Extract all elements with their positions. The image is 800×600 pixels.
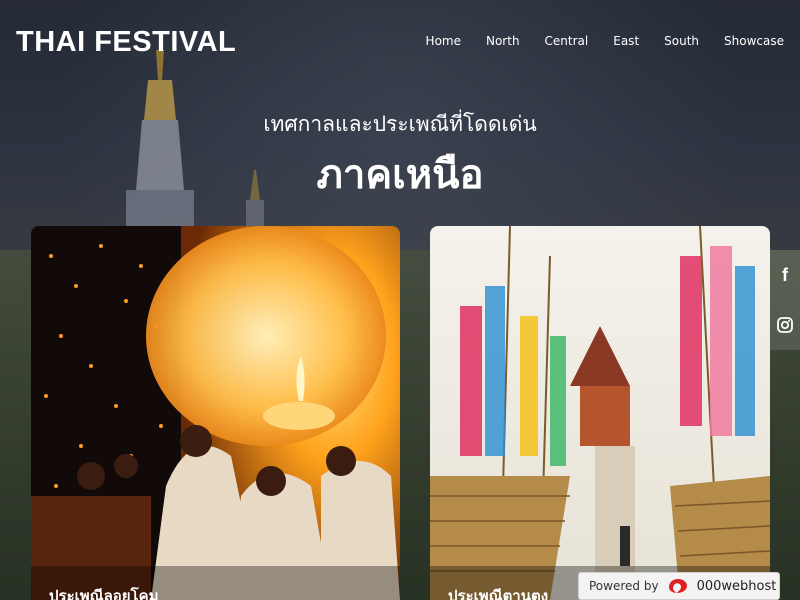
festival-card-tan-tung[interactable]: ประเพณีตานตุง — [430, 226, 770, 600]
nav-south[interactable]: South — [664, 34, 699, 48]
nav-east[interactable]: East — [613, 34, 639, 48]
tung-festival-image — [430, 226, 770, 600]
main-nav: Home North Central East South Showcase — [426, 34, 784, 48]
facebook-icon[interactable]: f — [770, 250, 800, 300]
nav-central[interactable]: Central — [545, 34, 589, 48]
lantern-festival-image — [31, 226, 400, 600]
festival-card-loy-khom[interactable]: ประเพณีลอยโคม — [31, 226, 400, 600]
webhost-brand-name: 000webhost — [696, 578, 777, 594]
site-logo[interactable]: THAI FESTIVAL — [16, 26, 236, 59]
powered-by-badge[interactable]: Powered by 000webhost — [578, 572, 780, 600]
social-sidebar: f — [770, 250, 800, 350]
hero-title: ภาคเหนือ — [316, 152, 484, 198]
site-header: THAI FESTIVAL Home North Central East So… — [0, 0, 800, 90]
nav-showcase[interactable]: Showcase — [724, 34, 784, 48]
instagram-icon[interactable] — [770, 300, 800, 350]
powered-by-label: Powered by — [589, 579, 659, 593]
nav-north[interactable]: North — [486, 34, 520, 48]
card-caption: ประเพณีลอยโคม — [31, 566, 400, 600]
webhost-logo-icon — [668, 579, 687, 593]
hero-subtitle: เทศกาลและประเพณีที่โดดเด่น — [263, 112, 537, 136]
nav-home[interactable]: Home — [426, 34, 461, 48]
